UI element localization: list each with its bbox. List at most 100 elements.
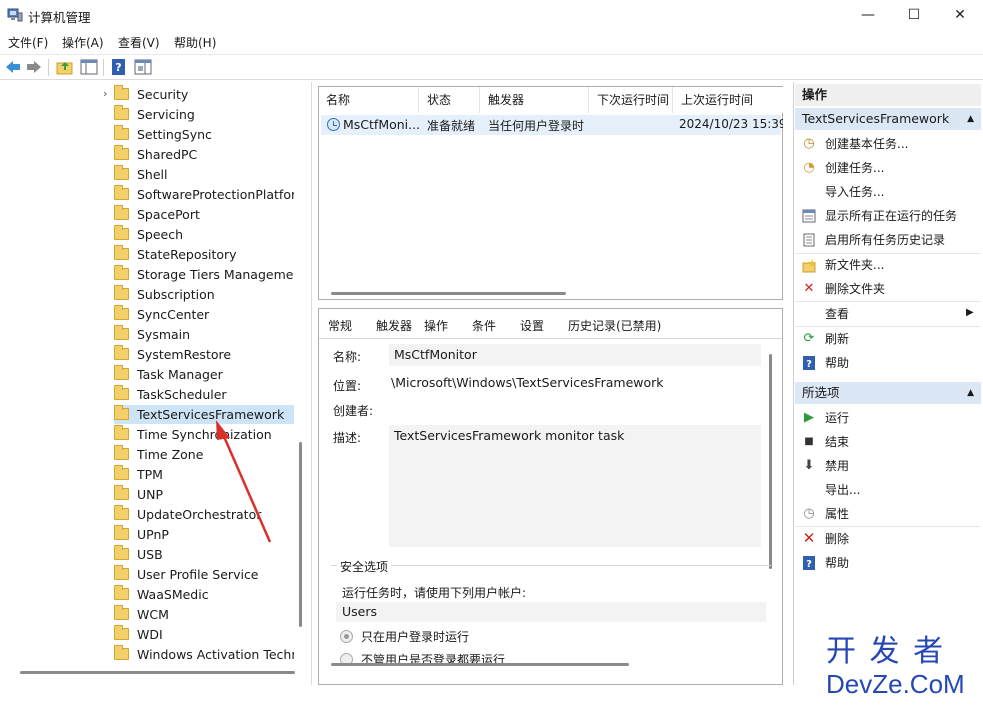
tree-item-label: WDI: [137, 627, 163, 642]
menu-file[interactable]: 文件(F): [8, 34, 48, 51]
tree-item[interactable]: User Profile Service: [114, 565, 294, 584]
tree-item[interactable]: Storage Tiers Management: [114, 265, 294, 284]
tree-item-label: SharedPC: [137, 147, 198, 162]
action-refresh[interactable]: 刷新: [825, 329, 849, 349]
tree-item[interactable]: WaaSMedic: [114, 585, 294, 604]
table-row[interactable]: MsCtfMoni... 准备就绪 当任何用户登录时 2024/10/23 15…: [321, 115, 783, 135]
tab-actions[interactable]: 操作: [424, 315, 448, 337]
column-header-name[interactable]: 名称: [319, 87, 419, 113]
action-delete-folder[interactable]: 删除文件夹: [825, 279, 885, 299]
menu-help[interactable]: 帮助(H): [174, 34, 216, 51]
detail-horizontal-scrollbar[interactable]: [331, 663, 629, 666]
svg-text:?: ?: [115, 61, 121, 74]
description-field[interactable]: TextServicesFramework monitor task: [389, 425, 761, 547]
tab-triggers[interactable]: 触发器: [376, 315, 412, 337]
tree-horizontal-scrollbar[interactable]: [20, 671, 295, 674]
column-header-next-run[interactable]: 下次运行时间: [590, 87, 673, 113]
action-enable-history[interactable]: 启用所有任务历史记录: [825, 230, 945, 250]
tree-item-label: TaskScheduler: [137, 387, 227, 402]
tree-item[interactable]: Security: [114, 85, 294, 104]
action-create-task[interactable]: 创建任务...: [825, 158, 884, 178]
tree-item[interactable]: SettingSync: [114, 125, 294, 144]
collapse-up-icon[interactable]: ▲: [967, 108, 974, 130]
menu-view[interactable]: 查看(V): [118, 34, 160, 51]
tree-item[interactable]: Servicing: [114, 105, 294, 124]
properties-icon: ◷: [803, 506, 815, 521]
task-name-cell: MsCtfMoni...: [343, 117, 421, 132]
action-delete[interactable]: 删除: [825, 529, 849, 549]
forward-arrow-icon[interactable]: [25, 58, 43, 76]
action-disable[interactable]: 禁用: [825, 456, 849, 476]
tree-vertical-scrollbar[interactable]: [299, 442, 302, 627]
name-field[interactable]: MsCtfMonitor: [389, 344, 761, 366]
action-import-task[interactable]: 导入任务...: [825, 182, 884, 202]
tree-item[interactable]: SoftwareProtectionPlatform: [114, 185, 294, 204]
section-header-selected[interactable]: 所选项 ▲: [795, 382, 981, 404]
folder-icon: [114, 85, 129, 100]
radio-logged-on[interactable]: [340, 630, 353, 643]
column-header-last-run[interactable]: 上次运行时间: [674, 87, 784, 113]
task-list[interactable]: 名称 状态 触发器 下次运行时间 上次运行时间 MsCtfMoni... 准备就…: [318, 86, 784, 300]
folder-icon: [114, 565, 129, 580]
run-as-user-field[interactable]: Users: [336, 602, 766, 622]
detail-vertical-scrollbar[interactable]: [769, 354, 772, 569]
tree-item[interactable]: StateRepository: [114, 245, 294, 264]
show-hide-tree-icon[interactable]: [80, 58, 98, 76]
tree-item[interactable]: Speech: [114, 225, 294, 244]
close-button[interactable]: ✕: [937, 0, 983, 30]
tree-item[interactable]: WDI: [114, 625, 294, 644]
action-help[interactable]: 帮助: [825, 353, 849, 373]
action-properties[interactable]: 属性: [825, 504, 849, 524]
tab-settings[interactable]: 设置: [520, 315, 544, 337]
tree-item[interactable]: SpacePort: [114, 205, 294, 224]
folder-icon: [114, 605, 129, 620]
section-header-textservices[interactable]: TextServicesFramework ▲: [795, 108, 981, 130]
tree-item[interactable]: SystemRestore: [114, 345, 294, 364]
menu-action[interactable]: 操作(A): [62, 34, 104, 51]
tree-item[interactable]: TaskScheduler: [114, 385, 294, 404]
tree-item[interactable]: Sysmain: [114, 325, 294, 344]
back-arrow-icon[interactable]: [4, 58, 22, 76]
help-icon[interactable]: ?: [110, 58, 128, 76]
computer-management-icon: [7, 7, 23, 23]
actions-divider: [795, 326, 980, 327]
list-horizontal-scrollbar[interactable]: [331, 292, 566, 295]
tree-item[interactable]: Task Manager: [114, 365, 294, 384]
show-action-pane-icon[interactable]: [134, 58, 152, 76]
expand-chevron-icon[interactable]: ›: [103, 87, 107, 100]
minimize-button[interactable]: —: [845, 0, 891, 30]
tab-conditions[interactable]: 条件: [472, 315, 496, 337]
maximize-button[interactable]: ☐: [891, 0, 937, 30]
column-header-trigger[interactable]: 触发器: [481, 87, 589, 113]
action-end[interactable]: 结束: [825, 432, 849, 452]
tree-item[interactable]: SyncCenter: [114, 305, 294, 324]
action-create-basic-task[interactable]: 创建基本任务...: [825, 134, 908, 154]
tab-general[interactable]: 常规: [328, 315, 352, 337]
action-help-selected[interactable]: 帮助: [825, 553, 849, 573]
tree-item[interactable]: Subscription: [114, 285, 294, 304]
folder-icon: [114, 485, 129, 500]
tree-item-label: Storage Tiers Management: [137, 267, 294, 282]
collapse-up-icon[interactable]: ▲: [967, 382, 974, 404]
tree-item-label: WCM: [137, 607, 169, 622]
navigation-tree[interactable]: › Security Servicing SettingSync SharedPC Sh…: [0, 82, 312, 685]
tree-item[interactable]: Shell: [114, 165, 294, 184]
action-run[interactable]: 运行: [825, 408, 849, 428]
toolbar-separator: [103, 59, 104, 76]
up-folder-icon[interactable]: [56, 58, 74, 76]
refresh-icon: ⟳: [803, 331, 815, 346]
tree-item[interactable]: Windows Activation Technologies: [114, 645, 294, 664]
column-header-status[interactable]: 状态: [420, 87, 480, 113]
tree-item[interactable]: WCM: [114, 605, 294, 624]
tree-item[interactable]: SharedPC: [114, 145, 294, 164]
action-show-running-tasks[interactable]: 显示所有正在运行的任务: [825, 206, 957, 226]
toolbar-separator: [48, 59, 49, 76]
watermark-line1: 开 发 者: [826, 634, 946, 669]
action-export[interactable]: 导出...: [825, 480, 860, 500]
location-value: \Microsoft\Windows\TextServicesFramework: [391, 375, 664, 390]
radio-whether-logged[interactable]: [340, 653, 353, 663]
action-new-folder[interactable]: 新文件夹...: [825, 255, 884, 275]
tab-history[interactable]: 历史记录(已禁用): [568, 315, 661, 337]
action-view[interactable]: 查看: [825, 304, 849, 324]
task-clock-icon: [327, 118, 340, 131]
